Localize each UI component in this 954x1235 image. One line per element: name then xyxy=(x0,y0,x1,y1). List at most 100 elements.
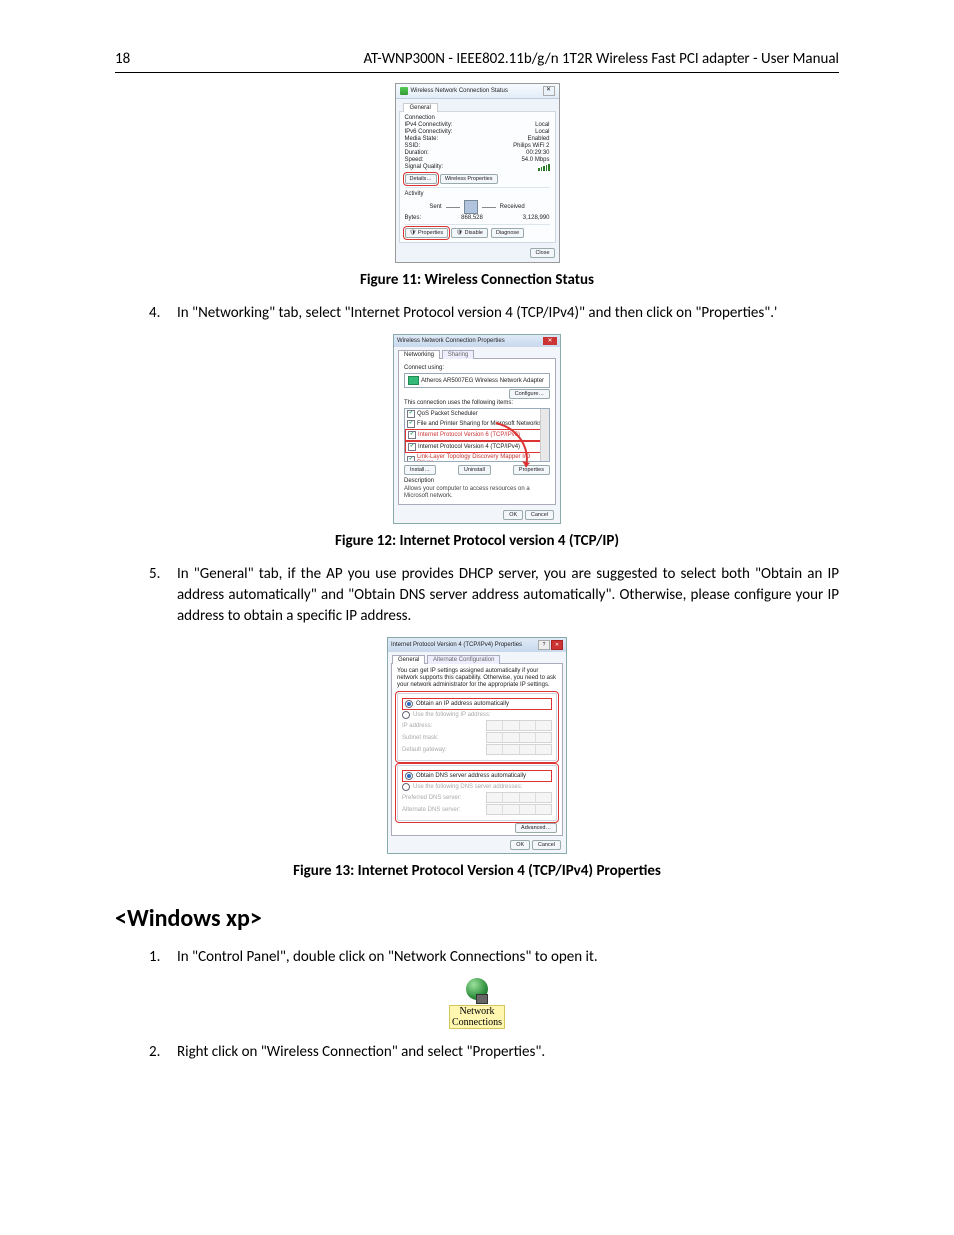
step-text: In "Networking" tab, select "Internet Pr… xyxy=(177,303,839,324)
radio-auto-dns[interactable]: Obtain DNS server address automatically xyxy=(402,770,552,782)
dns-group: Obtain DNS server address automatically … xyxy=(397,765,557,821)
close-button[interactable]: ✕ xyxy=(551,640,563,650)
icon-label: NetworkConnections xyxy=(450,1006,504,1028)
step-5: 5. In "General" tab, if the AP you use p… xyxy=(149,564,839,627)
details-button[interactable]: Details… xyxy=(405,174,437,184)
globe-icon xyxy=(462,978,492,1004)
signal-bars-icon xyxy=(538,164,550,171)
network-connections-icon[interactable]: NetworkConnections xyxy=(437,978,517,1028)
advanced-button[interactable]: Advanced… xyxy=(515,823,557,833)
figure-13: Internet Protocol Version 4 (TCP/IPv4) P… xyxy=(115,637,839,854)
alternate-dns-field xyxy=(486,804,552,815)
adapter-field: Atheros AR5007EG Wireless Network Adapte… xyxy=(404,373,550,388)
tab-alternate[interactable]: Alternate Configuration xyxy=(427,655,500,664)
media-value: Enabled xyxy=(527,136,549,142)
section-heading-windows-xp: <Windows xp> xyxy=(115,904,839,933)
preferred-dns-field xyxy=(486,792,552,803)
scrollbar[interactable] xyxy=(540,409,549,461)
received-label: Received xyxy=(500,204,525,210)
figure-13-caption: Figure 13: Internet Protocol Version 4 (… xyxy=(115,862,839,880)
radio-auto-ip[interactable]: Obtain an IP address automatically xyxy=(402,698,552,710)
radio-use-dns[interactable]: Use the following DNS server addresses: xyxy=(402,783,552,791)
dialog-title-text: Wireless Network Connection Status xyxy=(411,88,508,94)
step-text: Right click on "Wireless Connection" and… xyxy=(177,1042,839,1063)
help-button[interactable]: ? xyxy=(538,640,550,650)
page-header: 18 AT-WNP300N - IEEE802.11b/g/n 1T2R Wir… xyxy=(115,50,839,73)
speed-label: Speed: xyxy=(405,157,424,163)
tab-networking[interactable]: Networking xyxy=(398,350,440,359)
nic-icon xyxy=(408,376,419,385)
adapter-name: Atheros AR5007EG Wireless Network Adapte… xyxy=(421,378,544,384)
dialog-ipv4-properties: Internet Protocol Version 4 (TCP/IPv4) P… xyxy=(387,637,567,854)
diagnose-button[interactable]: Diagnose xyxy=(491,228,524,238)
ip-address-field xyxy=(486,720,552,731)
ssid-value: Philips WiFi 2 xyxy=(513,143,549,149)
document-title: AT-WNP300N - IEEE802.11b/g/n 1T2R Wirele… xyxy=(363,50,839,68)
step-number: 4. xyxy=(149,303,177,324)
step-number: 1. xyxy=(149,947,177,968)
tab-sharing[interactable]: Sharing xyxy=(442,350,475,359)
tab-general[interactable]: General xyxy=(403,103,438,112)
dialog-connection-properties: Wireless Network Connection Properties ✕… xyxy=(393,334,561,524)
properties-button[interactable]: 🛡 Properties xyxy=(405,228,449,238)
network-connections-icon-figure: NetworkConnections xyxy=(115,978,839,1028)
subnet-mask-label: Subnet mask: xyxy=(402,735,439,741)
media-label: Media State: xyxy=(405,136,439,142)
section-activity-label: Activity xyxy=(405,191,550,197)
dialog-wireless-status: Wireless Network Connection Status ✕ Gen… xyxy=(395,83,560,263)
page-number: 18 xyxy=(115,50,130,68)
ok-button[interactable]: OK xyxy=(510,840,530,850)
window-controls: ? ✕ xyxy=(538,640,563,650)
dialog-titlebar: Wireless Network Connection Properties ✕ xyxy=(394,335,560,347)
cancel-button[interactable]: Cancel xyxy=(532,840,561,850)
section-connection-label: Connection xyxy=(405,115,550,121)
computer-icon xyxy=(464,200,478,214)
close-button[interactable]: Close xyxy=(530,248,554,258)
dialog-body: You can get IP settings assigned automat… xyxy=(391,663,563,836)
figure-11-caption: Figure 11: Wireless Connection Status xyxy=(115,271,839,289)
disable-button[interactable]: 🛡 Disable xyxy=(451,228,488,238)
activity-graphic: Sent Received xyxy=(405,200,550,214)
ipv4-label: IPv4 Connectivity: xyxy=(405,122,453,128)
ipv6-value: Local xyxy=(535,129,549,135)
dialog-title-text: Wireless Network Connection Properties xyxy=(397,338,505,344)
uninstall-button[interactable]: Uninstall xyxy=(458,465,491,475)
close-button[interactable]: ✕ xyxy=(543,337,557,345)
configure-button[interactable]: Configure… xyxy=(509,389,550,399)
close-button[interactable]: ✕ xyxy=(543,86,555,96)
description-text: Allows your computer to access resources… xyxy=(404,486,550,500)
ipv6-label: IPv6 Connectivity: xyxy=(405,129,453,135)
list-item[interactable]: QoS Packet Scheduler xyxy=(417,411,478,417)
duration-label: Duration: xyxy=(405,150,429,156)
radio-use-ip[interactable]: Use the following IP address: xyxy=(402,711,552,719)
subnet-mask-field xyxy=(486,732,552,743)
step-4: 4. In "Networking" tab, select "Internet… xyxy=(149,303,839,324)
duration-value: 00:29:30 xyxy=(526,150,549,156)
uses-items-label: This connection uses the following items… xyxy=(404,400,550,406)
bytes-received-value: 3,128,990 xyxy=(523,215,550,221)
alternate-dns-label: Alternate DNS server: xyxy=(402,807,460,813)
figure-11: Wireless Network Connection Status ✕ Gen… xyxy=(115,83,839,263)
dialog-title-text: Internet Protocol Version 4 (TCP/IPv4) P… xyxy=(391,642,522,648)
arrow-annotation-icon xyxy=(490,421,534,479)
wireless-properties-button[interactable]: Wireless Properties xyxy=(440,174,498,184)
step-text: In "General" tab, if the AP you use prov… xyxy=(177,564,839,627)
step-number: 2. xyxy=(149,1042,177,1063)
install-button[interactable]: Install… xyxy=(404,465,436,475)
sent-label: Sent xyxy=(429,204,441,210)
signal-icon xyxy=(400,87,408,95)
signal-quality-label: Signal Quality: xyxy=(405,164,444,171)
default-gateway-label: Default gateway: xyxy=(402,747,447,753)
tab-general[interactable]: General xyxy=(392,655,425,664)
xp-step-2: 2. Right click on "Wireless Connection" … xyxy=(149,1042,839,1063)
connect-using-label: Connect using: xyxy=(404,365,550,371)
bytes-label: Bytes: xyxy=(405,215,422,221)
preferred-dns-label: Preferred DNS server: xyxy=(402,795,461,801)
ip-address-label: IP address: xyxy=(402,723,432,729)
cancel-button[interactable]: Cancel xyxy=(525,510,554,520)
step-text: In "Control Panel", double click on "Net… xyxy=(177,947,839,968)
ok-button[interactable]: OK xyxy=(503,510,523,520)
dialog-titlebar: Internet Protocol Version 4 (TCP/IPv4) P… xyxy=(388,638,566,652)
ip-group: Obtain an IP address automatically Use t… xyxy=(397,693,557,761)
xp-step-1: 1. In "Control Panel", double click on "… xyxy=(149,947,839,968)
